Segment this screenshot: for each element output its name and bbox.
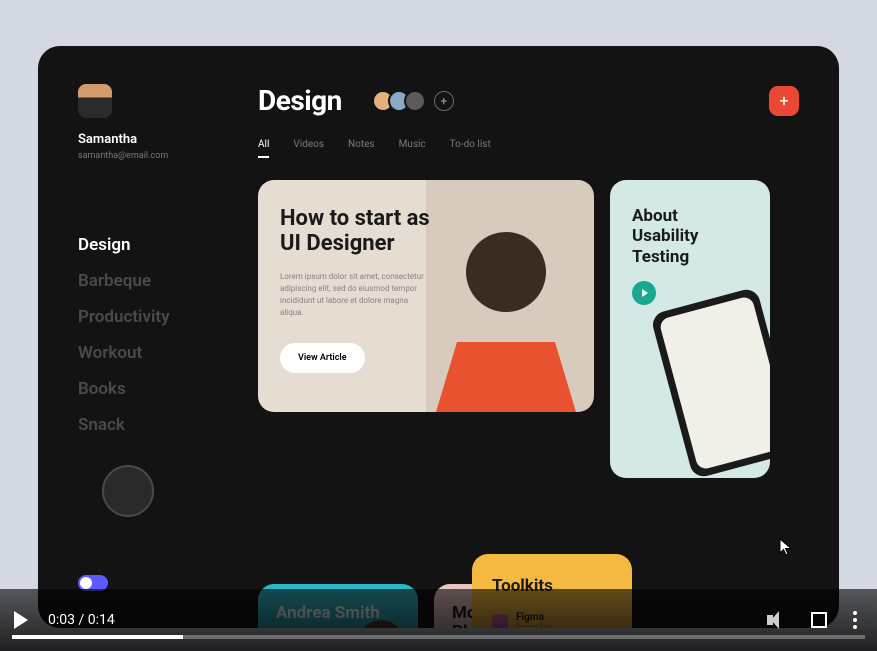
- more-icon[interactable]: [853, 611, 857, 629]
- card-title: About Usability Testing: [632, 206, 748, 267]
- sidebar-item-barbeque[interactable]: Barbeque: [78, 271, 258, 291]
- progress-fill: [12, 635, 183, 639]
- sidebar-item-books[interactable]: Books: [78, 379, 258, 399]
- current-time: 0:03: [48, 612, 75, 628]
- sidebar: Samantha samantha@email.com Design Barbe…: [78, 84, 258, 628]
- avatar[interactable]: [78, 84, 112, 118]
- sidebar-item-workout[interactable]: Workout: [78, 343, 258, 363]
- tab-notes[interactable]: Notes: [348, 139, 375, 158]
- phone-illustration: [650, 287, 770, 478]
- fullscreen-icon[interactable]: [811, 612, 827, 628]
- decor-circle: [102, 465, 154, 517]
- app-window: Samantha samantha@email.com Design Barbe…: [38, 46, 839, 628]
- card-hero-article[interactable]: How to start as UI Designer Lorem ipsum …: [258, 180, 594, 412]
- sidebar-nav: Design Barbeque Productivity Workout Boo…: [78, 235, 258, 435]
- collaborator-avatar[interactable]: [404, 90, 426, 112]
- tab-music[interactable]: Music: [399, 139, 426, 158]
- tab-todo[interactable]: To-do list: [450, 139, 491, 158]
- main-header: Design + +: [258, 84, 799, 117]
- tab-all[interactable]: All: [258, 139, 269, 158]
- play-icon[interactable]: [14, 611, 28, 629]
- progress-bar[interactable]: [12, 635, 865, 639]
- tabs: All Videos Notes Music To-do list: [258, 139, 799, 158]
- card-title: How to start as UI Designer: [280, 206, 450, 257]
- play-icon[interactable]: [632, 281, 656, 305]
- person-illustration: [436, 232, 576, 412]
- playback-time: 0:03 / 0:14: [48, 612, 115, 628]
- sidebar-item-snack[interactable]: Snack: [78, 415, 258, 435]
- main: Design + + All Videos Notes Music To-do …: [258, 84, 799, 628]
- sidebar-item-design[interactable]: Design: [78, 235, 258, 255]
- video-player-controls: 0:03 / 0:14: [0, 589, 877, 651]
- user-email: samantha@email.com: [78, 151, 258, 161]
- user-name: Samantha: [78, 132, 258, 147]
- sidebar-item-productivity[interactable]: Productivity: [78, 307, 258, 327]
- view-article-button[interactable]: View Article: [280, 343, 365, 373]
- card-desc: Lorem ipsum dolor sit amet, consectetur …: [280, 271, 430, 319]
- add-collaborator-button[interactable]: +: [434, 91, 454, 111]
- duration: 0:14: [88, 612, 115, 628]
- content-grid: How to start as UI Designer Lorem ipsum …: [258, 180, 799, 568]
- page-title: Design: [258, 84, 342, 117]
- volume-icon[interactable]: [767, 611, 785, 629]
- tab-videos[interactable]: Videos: [293, 139, 324, 158]
- add-button[interactable]: +: [769, 86, 799, 116]
- card-usability-testing[interactable]: About Usability Testing: [610, 180, 770, 478]
- collaborators: +: [372, 90, 454, 112]
